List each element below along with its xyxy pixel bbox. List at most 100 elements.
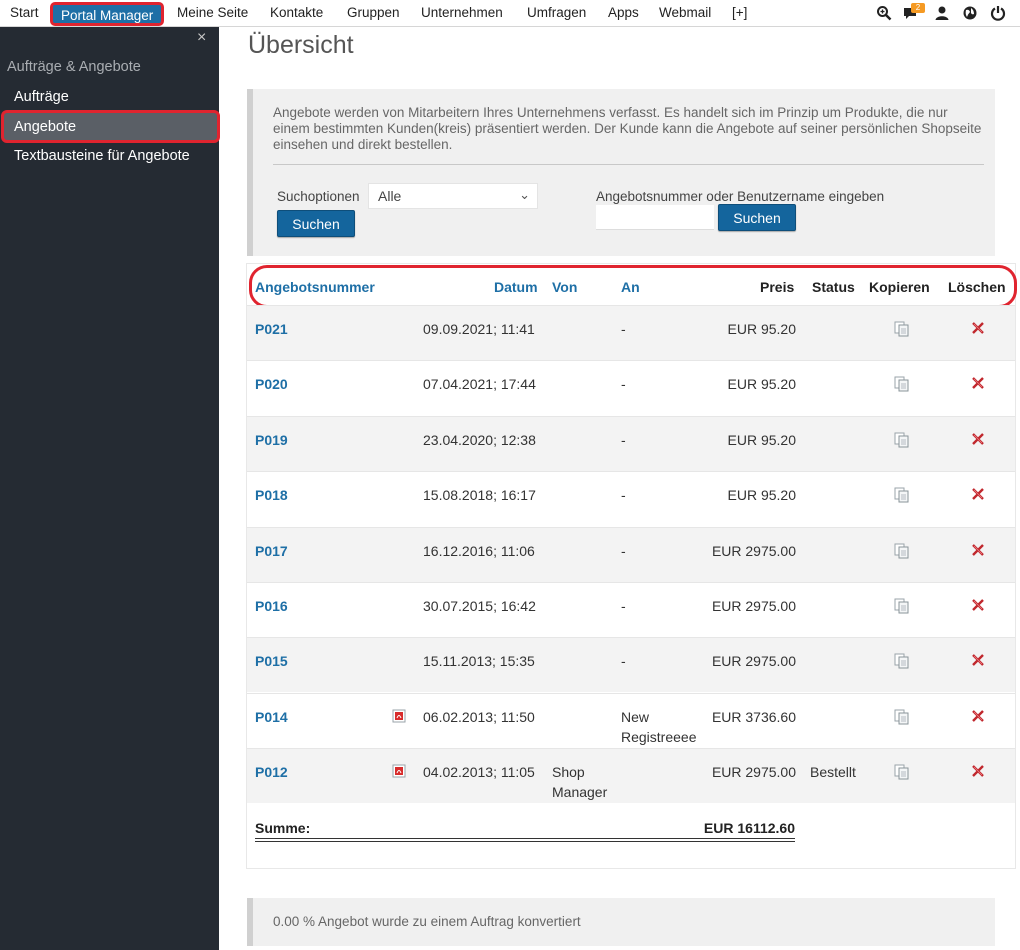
col-an[interactable]: An <box>621 279 640 295</box>
offer-status: Bestellt <box>810 764 856 781</box>
offer-date: 04.02.2013; 11:05 <box>423 764 535 781</box>
nav-gruppen[interactable]: Gruppen <box>347 5 400 20</box>
nav-umfragen[interactable]: Umfragen <box>527 5 586 20</box>
number-search-input[interactable] <box>596 205 714 230</box>
offer-number-link[interactable]: P021 <box>255 319 288 339</box>
offer-to: - <box>621 542 626 559</box>
table-row: P020 07.04.2021; 17:44 - EUR 95.20 <box>247 360 1015 416</box>
col-status: Status <box>812 279 855 295</box>
col-loeschen: Löschen <box>948 279 1006 295</box>
offer-number-link[interactable]: P016 <box>255 596 288 616</box>
copy-icon[interactable] <box>894 598 909 614</box>
table-row: P021 09.09.2021; 11:41 - EUR 95.20 <box>247 305 1015 360</box>
pdf-icon[interactable] <box>392 709 406 723</box>
sum-underline <box>255 838 795 842</box>
table-row: P012 04.02.2013; 11:05 Shop Manager EUR 297… <box>247 748 1015 804</box>
offer-price: EUR 95.20 <box>727 431 796 448</box>
notification-badge: 2 <box>911 3 925 13</box>
offer-date: 06.02.2013; 11:50 <box>423 708 535 725</box>
offer-price: EUR 95.20 <box>727 376 796 393</box>
copy-icon[interactable] <box>894 764 909 780</box>
search-options-label: Suchoptionen <box>277 189 360 204</box>
offer-to: New Registreeee <box>621 708 697 745</box>
offer-number-link[interactable]: P015 <box>255 651 288 671</box>
pdf-icon[interactable] <box>392 764 406 778</box>
sidebar-gap <box>219 804 221 950</box>
col-angebotsnummer[interactable]: Angebotsnummer <box>255 279 375 295</box>
offer-to: - <box>621 487 626 504</box>
sum-label: Summe: <box>255 820 311 836</box>
offer-to: - <box>621 321 626 337</box>
copy-icon[interactable] <box>894 543 909 559</box>
copy-icon[interactable] <box>894 432 909 448</box>
offer-price: EUR 2975.00 <box>711 764 796 781</box>
delete-icon[interactable] <box>971 764 985 778</box>
offer-from: Shop Manager <box>552 764 608 801</box>
offer-date: 16.12.2016; 11:06 <box>423 542 535 559</box>
offer-number-link[interactable]: P014 <box>255 707 288 727</box>
sidebar-item-angebote[interactable]: Angebote <box>1 110 220 143</box>
search-icon[interactable] <box>876 5 892 21</box>
offer-date: 09.09.2021; 11:41 <box>423 321 535 337</box>
offer-date: 15.11.2013; 15:35 <box>423 653 535 670</box>
offer-number-link[interactable]: P018 <box>255 485 288 505</box>
table-row: P014 06.02.2013; 11:50 New Registreeee EUR … <box>247 692 1015 748</box>
offer-number-link[interactable]: P012 <box>255 762 288 782</box>
offer-price: EUR 2975.00 <box>711 653 796 670</box>
nav-webmail[interactable]: Webmail <box>659 5 711 20</box>
offer-date: 07.04.2021; 17:44 <box>423 376 536 393</box>
offer-number-link[interactable]: P020 <box>255 374 288 394</box>
col-kopieren: Kopieren <box>869 279 930 295</box>
sidebar-item-auftraege[interactable]: Aufträge <box>14 89 69 105</box>
copy-icon[interactable] <box>894 653 909 669</box>
offer-price: EUR 2975.00 <box>711 542 796 559</box>
col-datum[interactable]: Datum <box>494 279 538 295</box>
sum-value: EUR 16112.60 <box>703 820 795 836</box>
table-row: P016 30.07.2015; 16:42 - EUR 2975.00 <box>247 582 1015 637</box>
offer-number-link[interactable]: P019 <box>255 430 288 450</box>
offer-price: EUR 2975.00 <box>711 598 796 614</box>
top-navigation: Start Portal Manager Meine Seite Kontakt… <box>0 0 1020 27</box>
copy-icon[interactable] <box>894 376 909 392</box>
offer-price: EUR 3736.60 <box>711 708 796 725</box>
conversion-info-box: 0.00 % Angebot wurde zu einem Auftrag ko… <box>247 898 995 946</box>
delete-icon[interactable] <box>971 376 985 390</box>
delete-icon[interactable] <box>971 543 985 557</box>
search-options-select[interactable]: Alle ⌄ <box>368 183 538 209</box>
offer-date: 23.04.2020; 12:38 <box>423 431 536 448</box>
number-search-label: Angebotsnummer oder Benutzername eingebe… <box>596 189 885 204</box>
delete-icon[interactable] <box>971 487 985 501</box>
col-preis: Preis <box>760 279 795 295</box>
delete-icon[interactable] <box>971 432 985 446</box>
copy-icon[interactable] <box>894 321 909 337</box>
number-search-button[interactable]: Suchen <box>718 204 796 231</box>
sidebar-section-title: Aufträge & Angebote <box>7 59 141 75</box>
power-icon[interactable] <box>990 5 1006 21</box>
delete-icon[interactable] <box>971 709 985 723</box>
delete-icon[interactable] <box>971 653 985 667</box>
close-icon[interactable]: × <box>197 29 206 47</box>
nav-meine-seite[interactable]: Meine Seite <box>177 5 248 20</box>
delete-icon[interactable] <box>971 321 985 335</box>
nav-portal-manager[interactable]: Portal Manager <box>50 2 165 26</box>
copy-icon[interactable] <box>894 709 909 725</box>
table-row: P015 15.11.2013; 15:35 - EUR 2975.00 <box>247 637 1015 693</box>
sidebar-item-textbausteine[interactable]: Textbausteine für Angebote <box>14 148 190 164</box>
offer-to: - <box>621 431 626 448</box>
nav-apps[interactable]: Apps <box>608 5 639 20</box>
globe-icon[interactable] <box>962 5 978 21</box>
offer-number-link[interactable]: P017 <box>255 541 288 561</box>
offer-date: 30.07.2015; 16:42 <box>423 598 536 614</box>
delete-icon[interactable] <box>971 598 985 612</box>
copy-icon[interactable] <box>894 487 909 503</box>
nav-more[interactable]: [+] <box>732 5 747 20</box>
offer-to: - <box>621 598 626 614</box>
offer-price: EUR 95.20 <box>727 321 796 337</box>
search-button[interactable]: Suchen <box>277 210 355 237</box>
nav-start[interactable]: Start <box>10 5 39 20</box>
user-icon[interactable] <box>934 5 950 21</box>
nav-unternehmen[interactable]: Unternehmen <box>421 5 503 20</box>
table-row: P018 15.08.2018; 16:17 - EUR 95.20 <box>247 471 1015 527</box>
col-von[interactable]: Von <box>552 279 577 295</box>
nav-kontakte[interactable]: Kontakte <box>270 5 323 20</box>
